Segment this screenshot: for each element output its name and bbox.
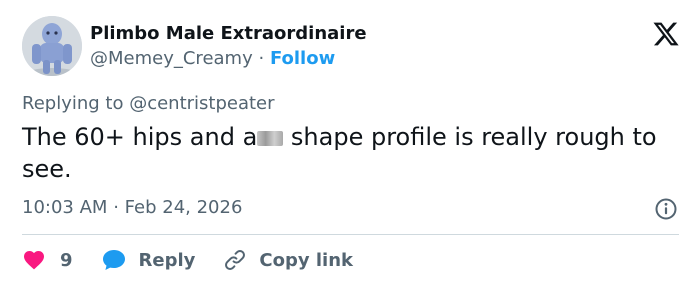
tweet-header: Plimbo Male Extraordinaire @Memey_Creamy… [22,14,682,80]
author-block: Plimbo Male Extraordinaire @Memey_Creamy… [90,23,367,70]
speech-bubble-icon [102,250,125,270]
reply-button[interactable]: Reply [101,248,196,272]
copy-link-label: Copy link [259,249,353,271]
censor-blur [257,131,284,146]
author-handle[interactable]: @Memey_Creamy [90,48,253,69]
tweet-timestamp[interactable]: 10:03 AM · Feb 24, 2026 [22,196,242,220]
tweet-time: 10:03 AM [22,197,108,218]
like-button[interactable]: 9 [22,248,73,272]
divider [22,234,679,235]
author-handle-line: @Memey_Creamy · Follow [90,48,367,70]
info-icon[interactable] [654,197,678,221]
reply-label: Reply [138,249,196,271]
heart-icon [24,251,44,270]
follow-button[interactable]: Follow [270,48,335,69]
tweet-text: The 60+ hips and a shape profile is real… [22,121,682,185]
tweet-text-part-1: The 60+ hips and a [22,123,258,151]
replying-to-line: Replying to @centristpeater [22,93,275,114]
handle-separator: · [258,48,265,69]
like-count: 9 [60,249,73,271]
action-bar: 9 Reply Copy link [22,246,353,274]
x-logo-icon[interactable] [652,20,680,48]
timestamp-separator: · [113,197,119,218]
link-icon [225,250,246,270]
author-display-name[interactable]: Plimbo Male Extraordinaire [90,23,367,45]
tweet-date: Feb 24, 2026 [124,197,243,218]
copy-link-button[interactable]: Copy link [223,248,353,272]
avatar[interactable] [22,16,82,76]
